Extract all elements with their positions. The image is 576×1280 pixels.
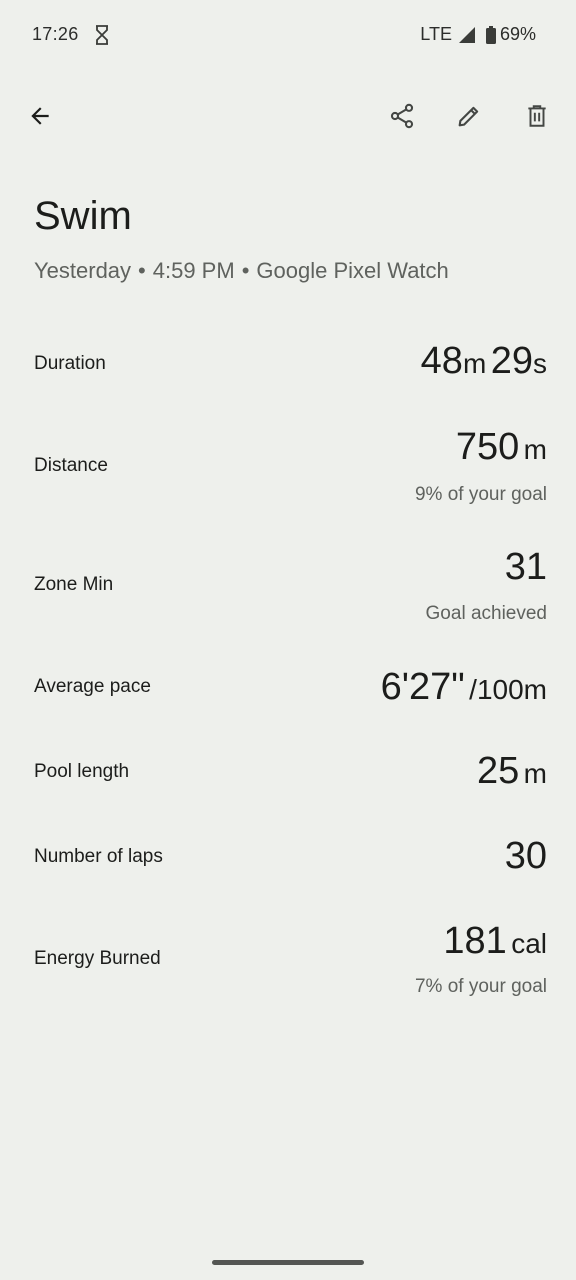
top-app-bar	[0, 90, 576, 142]
distance-goal-note: 9% of your goal	[414, 484, 547, 505]
stat-value: 31	[505, 546, 547, 589]
pool-length-value: 25	[476, 750, 520, 792]
exercise-day: Yesterday	[34, 258, 132, 283]
back-button[interactable]	[16, 92, 64, 140]
exercise-device: Google Pixel Watch	[256, 258, 449, 283]
exercise-time: 4:59 PM	[152, 258, 235, 283]
stat-value: 750 m	[456, 426, 547, 469]
separator-dot: •	[138, 258, 146, 283]
status-bar: 17:26 LTE 69%	[0, 0, 576, 70]
stat-average-pace: Average pace 6'27" /100m	[34, 666, 547, 716]
pool-length-unit: m	[523, 758, 547, 789]
stat-value: 25 m	[477, 750, 547, 793]
duration-minutes-unit: m	[462, 348, 487, 379]
stat-label: Average pace	[34, 676, 151, 697]
share-button[interactable]	[378, 92, 426, 140]
gesture-nav-handle[interactable]	[212, 1260, 364, 1265]
distance-unit: m	[523, 434, 547, 465]
energy-goal-note: 7% of your goal	[414, 976, 547, 997]
hourglass-icon	[94, 25, 110, 45]
stat-label: Number of laps	[34, 846, 163, 867]
stat-zone-min: Zone Min 31 Goal achieved	[34, 546, 547, 636]
energy-value: 181	[443, 920, 507, 962]
battery-level: 69%	[499, 24, 536, 44]
stat-label: Duration	[34, 353, 106, 374]
duration-seconds-unit: s	[533, 348, 547, 379]
stat-value: 30	[505, 835, 547, 878]
exercise-subtitle: Yesterday • 4:59 PM • Google Pixel Watch	[34, 258, 449, 284]
stat-value: 181 cal	[443, 920, 547, 963]
stat-laps: Number of laps 30	[34, 835, 547, 885]
separator-dot: •	[241, 258, 250, 283]
stat-energy: Energy Burned 181 cal 7% of your goal	[34, 920, 547, 1010]
stat-distance: Distance 750 m 9% of your goal	[34, 426, 547, 516]
page-title: Swim	[34, 194, 132, 238]
status-time: 17:26	[32, 24, 79, 44]
delete-icon	[528, 105, 546, 127]
zone-min-goal-note: Goal achieved	[425, 603, 547, 624]
duration-seconds: 29	[490, 340, 533, 382]
network-type: LTE	[420, 24, 452, 44]
edit-icon	[458, 106, 479, 127]
duration-minutes: 48	[420, 340, 463, 382]
stat-pool-length: Pool length 25 m	[34, 750, 547, 800]
stat-label: Pool length	[34, 761, 130, 782]
stat-label: Zone Min	[34, 574, 114, 595]
stat-value: 48m 29s	[421, 340, 547, 383]
zone-min-value: 31	[504, 546, 547, 588]
stat-value: 6'27" /100m	[381, 666, 547, 709]
delete-button[interactable]	[513, 92, 561, 140]
battery-icon	[485, 25, 496, 44]
pace-value: 6'27"	[380, 666, 465, 708]
distance-value: 750	[455, 426, 520, 468]
edit-button[interactable]	[445, 92, 493, 140]
stat-label: Energy Burned	[34, 948, 161, 969]
status-indicators: LTE 69%	[420, 24, 536, 45]
energy-unit: cal	[511, 928, 547, 959]
stat-duration: Duration 48m 29s	[34, 340, 547, 390]
laps-value: 30	[504, 835, 547, 877]
pace-unit: /100m	[469, 674, 547, 705]
stat-label: Distance	[34, 455, 108, 476]
back-arrow-icon	[31, 107, 49, 125]
share-icon	[390, 103, 414, 129]
signal-icon	[458, 26, 476, 44]
